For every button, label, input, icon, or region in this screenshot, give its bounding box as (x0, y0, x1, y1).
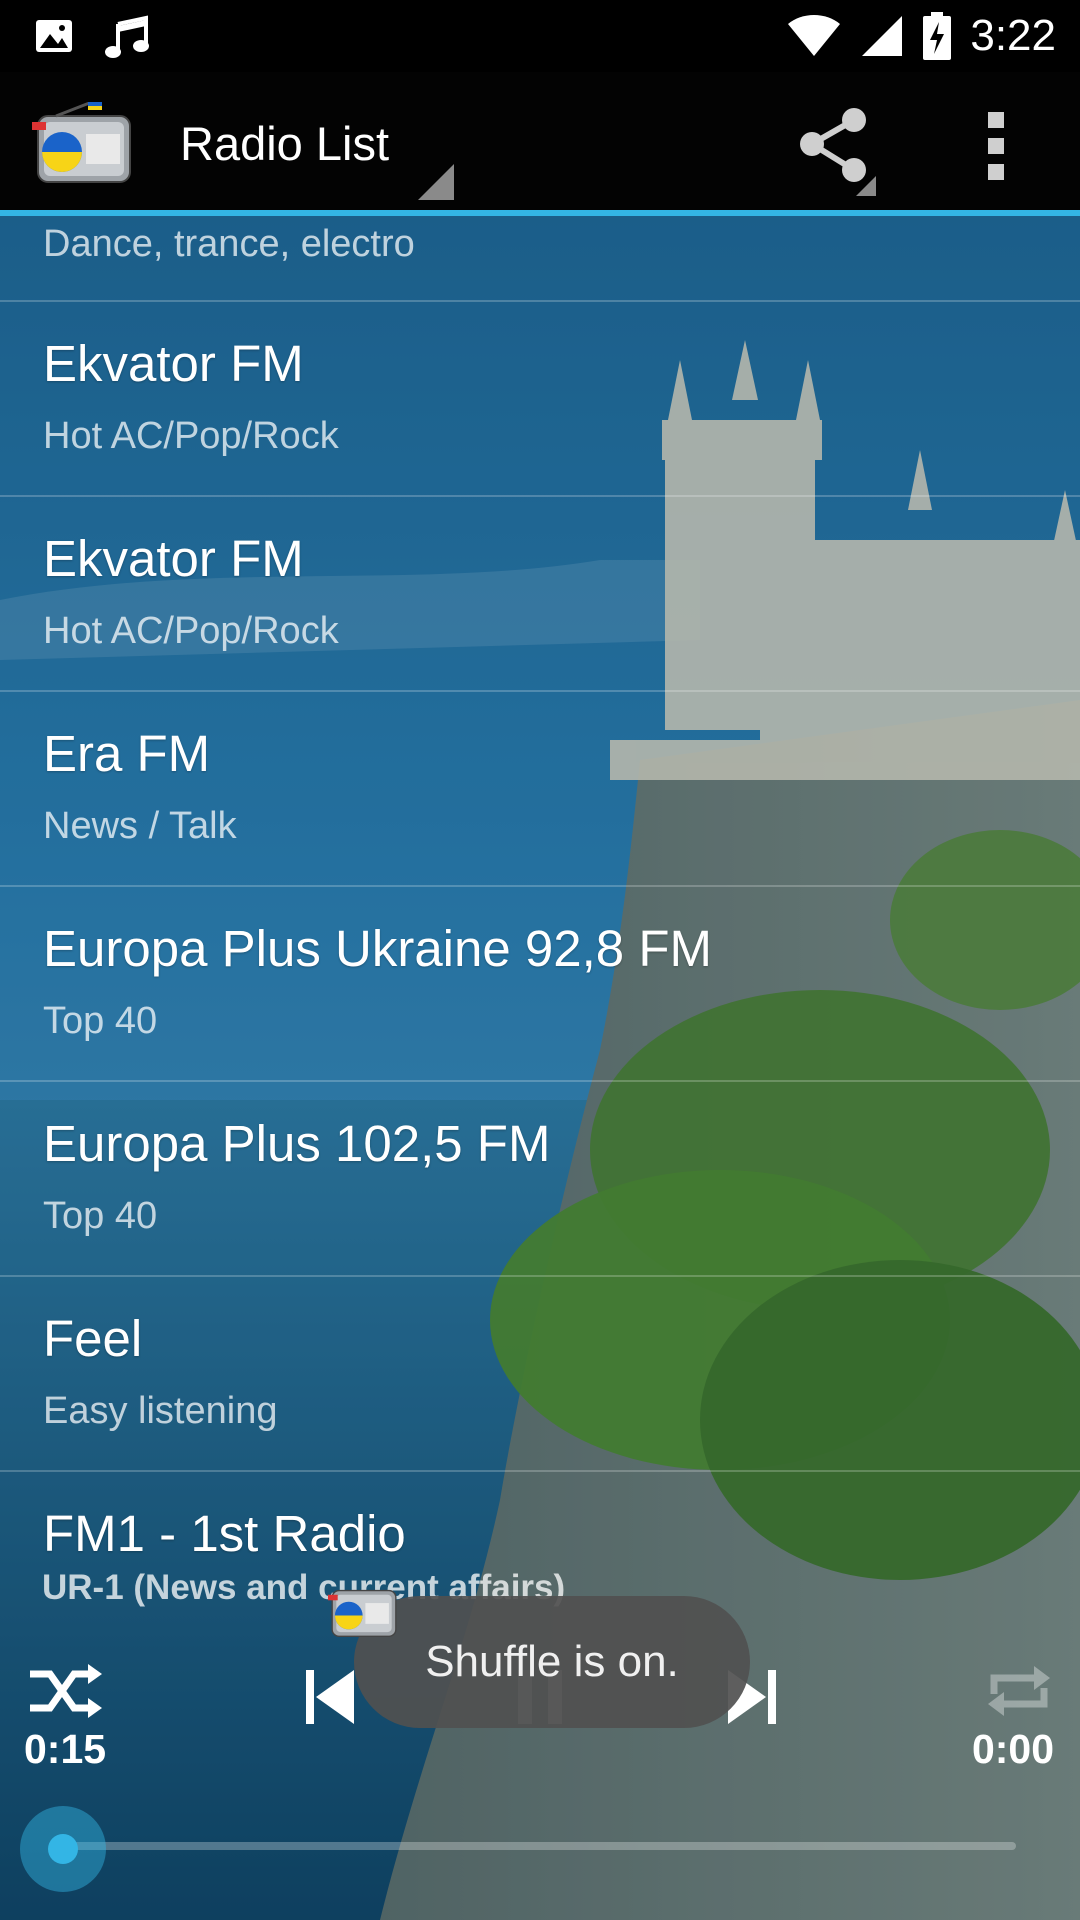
toast-app-icon (328, 1589, 397, 1637)
station-name: Era FM (43, 725, 211, 782)
station-name: FM1 - 1st Radio (43, 1505, 406, 1562)
station-genre: Easy listening (43, 1390, 278, 1432)
station-genre: Hot AC/Pop/Rock (43, 610, 339, 652)
seek-bar[interactable] (62, 1842, 1016, 1850)
station-list-item[interactable]: FM1 - 1st Radio (0, 1472, 1080, 1572)
status-clock: 3:22 (970, 11, 1056, 60)
station-genre: News / Talk (43, 805, 237, 847)
station-list[interactable]: Dance, trance, electro Ekvator FM Hot AC… (0, 216, 1080, 1572)
radio-app-logo-icon[interactable] (32, 102, 136, 186)
overflow-menu-icon[interactable] (966, 102, 1026, 198)
toast-message: Shuffle is on. (425, 1637, 679, 1686)
action-bar-accent-line (0, 210, 1080, 216)
toast: Shuffle is on. (354, 1596, 750, 1728)
image-notification-icon (36, 20, 72, 52)
station-list-item[interactable]: Era FM News / Talk (0, 692, 1080, 887)
spinner-indicator-icon (418, 164, 454, 200)
battery-charging-icon (923, 12, 952, 60)
action-bar: Radio List (0, 72, 1080, 216)
shuffle-icon[interactable] (26, 1660, 104, 1722)
station-genre: Hot AC/Pop/Rock (43, 415, 339, 457)
share-icon[interactable] (784, 102, 884, 198)
wifi-icon (788, 15, 841, 56)
status-bar: 3:22 (0, 0, 1080, 72)
station-name: Feel (43, 1310, 143, 1367)
title-spinner[interactable]: Radio List (180, 114, 454, 200)
station-name: Ekvator FM (43, 530, 304, 587)
station-list-item[interactable]: Ekvator FM Hot AC/Pop/Rock (0, 497, 1080, 692)
total-time: 0:00 (971, 1726, 1054, 1772)
station-genre: Top 40 (43, 1195, 158, 1237)
seek-thumb[interactable] (48, 1834, 78, 1864)
station-list-item[interactable]: Europa Plus Ukraine 92,8 FM Top 40 (0, 887, 1080, 1082)
station-list-item[interactable]: Feel Easy listening (0, 1277, 1080, 1472)
station-name: Ekvator FM (43, 335, 304, 392)
station-name: Europa Plus 102,5 FM (43, 1115, 551, 1172)
previous-icon[interactable] (300, 1664, 360, 1730)
station-list-item[interactable]: Dance, trance, electro (0, 216, 1080, 302)
elapsed-time: 0:15 (24, 1726, 107, 1772)
repeat-icon[interactable] (980, 1658, 1058, 1724)
page-title: Radio List (180, 117, 389, 170)
station-list-item[interactable]: Ekvator FM Hot AC/Pop/Rock (0, 302, 1080, 497)
station-list-item[interactable]: Europa Plus 102,5 FM Top 40 (0, 1082, 1080, 1277)
cell-signal-icon (862, 16, 903, 56)
station-name: Europa Plus Ukraine 92,8 FM (43, 920, 712, 977)
station-genre: Dance, trance, electro (43, 223, 415, 265)
station-genre: Top 40 (43, 1000, 158, 1042)
music-notification-icon (105, 15, 149, 58)
